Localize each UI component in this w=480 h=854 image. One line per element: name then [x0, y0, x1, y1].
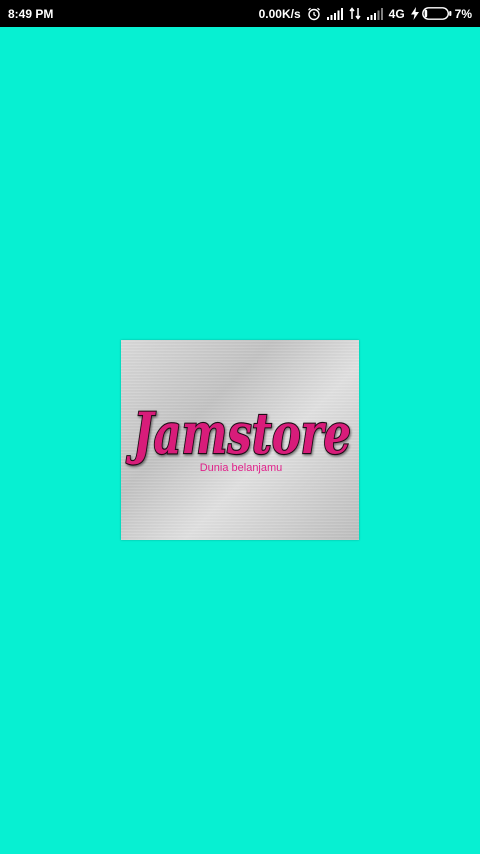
battery-level: 7% [454, 6, 472, 21]
status-time: 8:49 PM [8, 6, 54, 21]
logo-tagline: Dunia belanjamu [200, 462, 283, 474]
battery-icon [421, 7, 452, 20]
splash-screen: 8:49 PM 0.00K/s 4G 7% Jamstore Dunia bel… [0, 0, 480, 854]
alarm-icon [307, 7, 321, 21]
network-speed: 0.00K/s [258, 6, 301, 21]
charging-icon [410, 7, 419, 20]
status-icons: 0.00K/s 4G 7% [259, 7, 472, 21]
data-arrows-icon [349, 7, 361, 20]
status-bar: 8:49 PM 0.00K/s 4G 7% [0, 0, 480, 27]
network-type: 4G [388, 6, 405, 21]
signal-icon [326, 7, 343, 20]
signal-icon-2 [366, 7, 383, 20]
jamstore-logo: Jamstore Dunia belanjamu [121, 340, 359, 540]
battery-group: 7% [410, 6, 472, 21]
logo-brand-text: Jamstore [126, 401, 351, 467]
